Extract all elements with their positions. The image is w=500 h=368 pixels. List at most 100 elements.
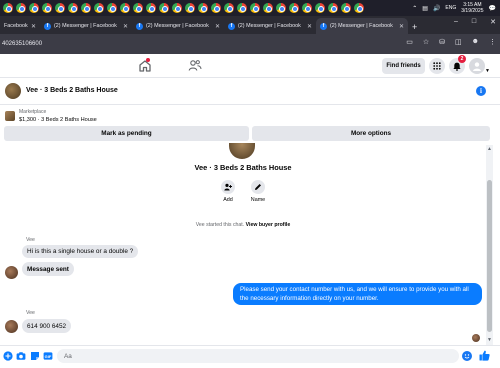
conversation-hero-avatar xyxy=(229,143,255,159)
outgoing-message[interactable]: Please send your contact number with us,… xyxy=(233,283,482,305)
browser-menu-icon[interactable]: ⋮ xyxy=(489,38,496,46)
tab-label: (2) Messenger | Facebook xyxy=(146,23,209,29)
chrome-icon[interactable] xyxy=(120,3,130,13)
tab-facebook[interactable]: Facebook ✕ xyxy=(0,18,40,34)
chrome-icon[interactable] xyxy=(81,3,91,13)
chevron-up-icon[interactable]: ⌃ xyxy=(412,5,417,12)
address-bar-actions: ▭ ☆ ⛁ ◫ ☻ ⋮ xyxy=(406,38,496,46)
more-options-button[interactable]: More options xyxy=(252,126,490,141)
chat-started-text: Vee started this chat. xyxy=(195,222,245,228)
account-avatar-button[interactable] xyxy=(469,58,485,74)
cast-icon[interactable]: ▭ xyxy=(406,38,413,46)
add-action[interactable]: Add xyxy=(213,180,243,203)
chrome-icon[interactable] xyxy=(328,3,338,13)
chrome-icon[interactable] xyxy=(198,3,208,13)
notifications-button[interactable]: 2 xyxy=(449,55,466,74)
mark-as-pending-button[interactable]: Mark as pending xyxy=(4,126,249,141)
chrome-icon[interactable] xyxy=(94,3,104,13)
bookmark-star-icon[interactable]: ☆ xyxy=(423,38,429,46)
message-composer: GIF xyxy=(0,345,500,365)
chrome-icon[interactable] xyxy=(16,3,26,13)
chevron-down-icon[interactable]: ▼ xyxy=(485,68,490,74)
extensions-icon[interactable]: ⛁ xyxy=(439,38,445,46)
close-tab-icon[interactable]: ✕ xyxy=(399,23,404,30)
view-buyer-profile-link[interactable]: View buyer profile xyxy=(246,222,291,228)
close-window-icon[interactable]: ✕ xyxy=(490,18,496,26)
thumbs-up-icon[interactable] xyxy=(479,350,490,361)
sticker-icon[interactable] xyxy=(30,351,40,361)
clock[interactable]: 3:15 AM 3/19/2025 xyxy=(461,2,483,14)
gif-icon[interactable]: GIF xyxy=(43,351,53,361)
chrome-icon[interactable] xyxy=(29,3,39,13)
message-input[interactable] xyxy=(57,349,459,363)
chrome-icon[interactable] xyxy=(263,3,273,13)
chrome-icon[interactable] xyxy=(250,3,260,13)
close-tab-icon[interactable]: ✕ xyxy=(307,23,312,30)
chrome-icon[interactable] xyxy=(107,3,117,13)
conversation-header: Vee · 3 Beds 2 Baths House i xyxy=(0,78,500,105)
close-tab-icon[interactable]: ✕ xyxy=(31,23,36,30)
camera-icon[interactable] xyxy=(16,351,26,361)
tab-strip: Facebook ✕ f (2) Messenger | Facebook ✕ … xyxy=(0,16,500,34)
chrome-icon[interactable] xyxy=(133,3,143,13)
chrome-icon[interactable] xyxy=(146,3,156,13)
chrome-icon[interactable] xyxy=(224,3,234,13)
taskbar: ⌃ ▤ 🔊 ENG 3:15 AM 3/19/2025 💬 xyxy=(0,0,500,16)
chrome-icon[interactable] xyxy=(172,3,182,13)
chrome-icon[interactable] xyxy=(185,3,195,13)
profile-icon[interactable]: ☻ xyxy=(472,38,479,46)
chrome-icon[interactable] xyxy=(159,3,169,13)
tab-messenger[interactable]: f (2) Messenger | Facebook ✕ xyxy=(132,18,224,34)
scroll-down-icon[interactable]: ▼ xyxy=(487,337,492,343)
listing-thumbnail[interactable] xyxy=(5,111,15,121)
plus-circle-icon[interactable] xyxy=(3,351,13,361)
notifications-icon[interactable]: 💬 xyxy=(489,5,496,12)
chrome-icon[interactable] xyxy=(3,3,13,13)
volume-icon[interactable]: 🔊 xyxy=(433,5,440,12)
close-tab-icon[interactable]: ✕ xyxy=(215,23,220,30)
sidebar-icon[interactable]: ◫ xyxy=(455,38,462,46)
tab-messenger-active[interactable]: f (2) Messenger | Facebook ✕ xyxy=(316,18,408,34)
chrome-icon[interactable] xyxy=(315,3,325,13)
incoming-message[interactable]: Hi is this a single house or a double ? xyxy=(22,245,139,258)
chrome-icon[interactable] xyxy=(276,3,286,13)
chrome-icon[interactable] xyxy=(237,3,247,13)
scroll-up-icon[interactable]: ▲ xyxy=(487,146,492,152)
url-text[interactable]: 402635106600 xyxy=(2,41,42,47)
minimize-icon[interactable]: – xyxy=(454,18,458,26)
home-icon[interactable] xyxy=(138,58,152,72)
listing-price-title[interactable]: $1,300 · 3 Beds 2 Baths House xyxy=(19,117,97,123)
new-tab-icon[interactable]: + xyxy=(408,22,421,34)
chrome-icon[interactable] xyxy=(302,3,312,13)
address-bar[interactable]: 402635106600 ▭ ☆ ⛁ ◫ ☻ ⋮ xyxy=(0,34,500,54)
chrome-icon[interactable] xyxy=(289,3,299,13)
chrome-icon[interactable] xyxy=(354,3,364,13)
close-tab-icon[interactable]: ✕ xyxy=(123,23,128,30)
find-friends-button[interactable]: Find friends xyxy=(382,58,425,74)
maximize-icon[interactable]: □ xyxy=(472,18,476,26)
chrome-icon[interactable] xyxy=(42,3,52,13)
chrome-icon[interactable] xyxy=(68,3,78,13)
name-action[interactable]: Name xyxy=(243,180,273,203)
language-indicator[interactable]: ENG xyxy=(445,5,456,11)
tab-messenger[interactable]: f (2) Messenger | Facebook ✕ xyxy=(40,18,132,34)
menu-grid-button[interactable] xyxy=(429,58,445,74)
chrome-icon[interactable] xyxy=(55,3,65,13)
chrome-icon[interactable] xyxy=(341,3,351,13)
grid-icon xyxy=(433,62,441,70)
sender-avatar[interactable] xyxy=(5,320,18,333)
incoming-message[interactable]: Message sent xyxy=(22,262,74,276)
conversation-title[interactable]: Vee · 3 Beds 2 Baths House xyxy=(26,87,118,94)
tab-messenger[interactable]: f (2) Messenger | Facebook ✕ xyxy=(224,18,316,34)
incoming-message[interactable]: 614 900 6452 xyxy=(22,319,72,333)
network-icon[interactable]: ▤ xyxy=(422,5,428,12)
info-icon[interactable]: i xyxy=(476,86,486,96)
system-tray: ⌃ ▤ 🔊 ENG 3:15 AM 3/19/2025 💬 xyxy=(412,0,496,16)
friends-icon[interactable] xyxy=(188,59,202,72)
emoji-icon[interactable] xyxy=(462,351,472,361)
scrollbar-thumb[interactable] xyxy=(487,180,492,332)
listing-avatar[interactable] xyxy=(5,83,21,99)
sender-avatar[interactable] xyxy=(5,266,18,279)
name-label: Name xyxy=(250,197,266,203)
chrome-icon[interactable] xyxy=(211,3,221,13)
